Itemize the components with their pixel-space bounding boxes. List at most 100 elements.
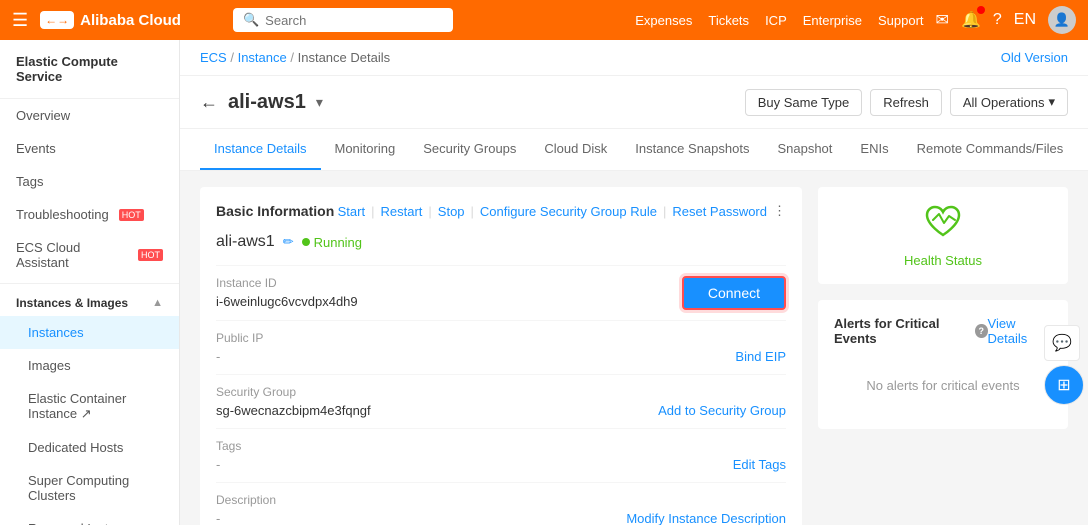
nav-support[interactable]: Support (878, 13, 924, 28)
configure-security-group-action[interactable]: Configure Security Group Rule (480, 204, 657, 219)
sidebar-item-ecs-cloud-assistant[interactable]: ECS Cloud Assistant HOT (0, 231, 179, 279)
tabs: Instance Details Monitoring Security Gro… (180, 129, 1088, 171)
alerts-card: Alerts for Critical Events ? View Detail… (818, 300, 1068, 429)
nav-expenses[interactable]: Expenses (635, 13, 692, 28)
notification-icon[interactable]: 🔔 (961, 10, 981, 30)
logo: ←→ Alibaba Cloud (40, 11, 181, 29)
tab-instance-snapshots[interactable]: Instance Snapshots (621, 129, 763, 170)
tab-instance-details[interactable]: Instance Details (200, 129, 321, 170)
tab-security-groups[interactable]: Security Groups (409, 129, 530, 170)
basic-info-title: Basic Information (216, 203, 334, 219)
top-navigation: ☰ ←→ Alibaba Cloud 🔍 Expenses Tickets IC… (0, 0, 1088, 40)
sidebar-item-images[interactable]: Images (0, 349, 179, 382)
hamburger-menu[interactable]: ☰ (12, 10, 28, 31)
help-icon[interactable]: ? (993, 11, 1002, 29)
tab-monitoring[interactable]: Monitoring (321, 129, 410, 170)
security-group-value: sg-6wecnazcbipm4e3fqngf (216, 403, 371, 418)
start-action[interactable]: Start (338, 204, 365, 219)
add-security-group-action[interactable]: Add to Security Group (658, 403, 786, 418)
all-operations-button[interactable]: All Operations ▾ (950, 88, 1068, 116)
tab-cloud-disk[interactable]: Cloud Disk (530, 129, 621, 170)
field-public-ip: Public IP - Bind EIP (216, 320, 786, 374)
sidebar-item-super-computing[interactable]: Super Computing Clusters (0, 464, 179, 512)
chat-float-button[interactable]: 💬 (1044, 325, 1080, 361)
grid-float-button[interactable]: ⊞ (1044, 365, 1084, 405)
sidebar-item-instances[interactable]: Instances (0, 316, 179, 349)
instance-id-value: i-6weinlugc6vcvdpx4dh9 (216, 294, 358, 309)
tags-value: - (216, 457, 241, 472)
restart-action[interactable]: Restart (380, 204, 422, 219)
health-status-card: Health Status (818, 187, 1068, 284)
basic-info-actions: Start | Restart | Stop | Configure Secur… (338, 203, 786, 219)
title-dropdown-icon[interactable]: ▾ (316, 94, 323, 111)
stop-action[interactable]: Stop (438, 204, 465, 219)
health-label: Health Status (834, 253, 1052, 268)
collapse-instances-icon[interactable]: ▲ (152, 297, 163, 309)
field-description: Description - Modify Instance Descriptio… (216, 482, 786, 525)
tab-remote-commands[interactable]: Remote Commands/Files (903, 129, 1078, 170)
avatar[interactable]: 👤 (1048, 6, 1076, 34)
search-bar[interactable]: 🔍 (233, 8, 453, 32)
sidebar-item-reserved-instances[interactable]: Reserved Instances (0, 512, 179, 525)
all-operations-label: All Operations (963, 95, 1045, 110)
reset-password-action[interactable]: Reset Password (672, 204, 767, 219)
content-area: Basic Information Start | Restart | Stop… (180, 171, 1088, 525)
old-version[interactable]: Old Version (1001, 50, 1068, 65)
breadcrumb-ecs[interactable]: ECS (200, 50, 227, 65)
sidebar-item-tags[interactable]: Tags (0, 165, 179, 198)
instances-images-label: Instances & Images (16, 296, 128, 310)
instances-label: Instances (28, 325, 84, 340)
edit-name-icon[interactable]: ✏ (283, 234, 294, 250)
public-ip-value: - (216, 349, 263, 364)
elastic-container-label: Elastic Container Instance ↗ (28, 391, 163, 422)
ecs-cloud-assistant-label: ECS Cloud Assistant (16, 240, 128, 270)
nav-enterprise[interactable]: Enterprise (803, 13, 862, 28)
back-button[interactable]: ← (200, 92, 218, 113)
tab-snapshot[interactable]: Snapshot (763, 129, 846, 170)
instances-images-section[interactable]: Instances & Images ▲ (0, 288, 179, 314)
lang-switcher[interactable]: EN (1014, 11, 1036, 29)
sidebar-item-troubleshooting[interactable]: Troubleshooting HOT (0, 198, 179, 231)
alerts-info-icon[interactable]: ? (975, 324, 988, 338)
page-title-row: ← ali-aws1 ▾ (200, 91, 323, 114)
bind-eip-action[interactable]: Bind EIP (735, 349, 786, 364)
sidebar-item-overview[interactable]: Overview (0, 99, 179, 132)
more-actions-icon[interactable]: ⋮ (773, 203, 786, 219)
status-badge: Running (302, 235, 362, 250)
basic-info-header: Basic Information Start | Restart | Stop… (216, 203, 786, 219)
search-input[interactable] (265, 13, 435, 28)
breadcrumb-instance[interactable]: Instance (238, 50, 287, 65)
description-value: - (216, 511, 276, 525)
health-icon (834, 203, 1052, 247)
modify-description-action[interactable]: Modify Instance Description (626, 511, 786, 525)
logo-text: Alibaba Cloud (80, 12, 181, 29)
status-text: Running (314, 235, 362, 250)
sidebar-item-elastic-container[interactable]: Elastic Container Instance ↗ (0, 382, 179, 431)
buy-same-type-button[interactable]: Buy Same Type (745, 89, 863, 116)
nav-icp[interactable]: ICP (765, 13, 787, 28)
breadcrumb-sep-1: / (230, 50, 237, 65)
sidebar-title: Elastic Compute Service (0, 40, 179, 99)
view-details-link[interactable]: View Details (988, 316, 1052, 346)
tags-label: Tags (16, 174, 43, 189)
alerts-header: Alerts for Critical Events ? View Detail… (834, 316, 1052, 346)
field-security-group: Security Group sg-6wecnazcbipm4e3fqngf A… (216, 374, 786, 428)
super-computing-label: Super Computing Clusters (28, 473, 163, 503)
security-group-label: Security Group (216, 385, 371, 399)
content-main: Basic Information Start | Restart | Stop… (200, 187, 802, 525)
search-icon: 🔍 (243, 12, 259, 28)
events-label: Events (16, 141, 56, 156)
sidebar-item-dedicated-hosts[interactable]: Dedicated Hosts (0, 431, 179, 464)
tab-enis[interactable]: ENIs (846, 129, 902, 170)
nav-tickets[interactable]: Tickets (708, 13, 749, 28)
basic-info-card: Basic Information Start | Restart | Stop… (200, 187, 802, 525)
nav-links: Expenses Tickets ICP Enterprise Support (635, 13, 923, 28)
refresh-button[interactable]: Refresh (870, 89, 942, 116)
email-icon[interactable]: ✉ (936, 10, 949, 30)
edit-tags-action[interactable]: Edit Tags (733, 457, 786, 472)
sidebar-item-events[interactable]: Events (0, 132, 179, 165)
dedicated-hosts-label: Dedicated Hosts (28, 440, 123, 455)
connect-button[interactable]: Connect (682, 276, 786, 310)
overview-label: Overview (16, 108, 70, 123)
instance-name: ali-aws1 (216, 233, 275, 251)
